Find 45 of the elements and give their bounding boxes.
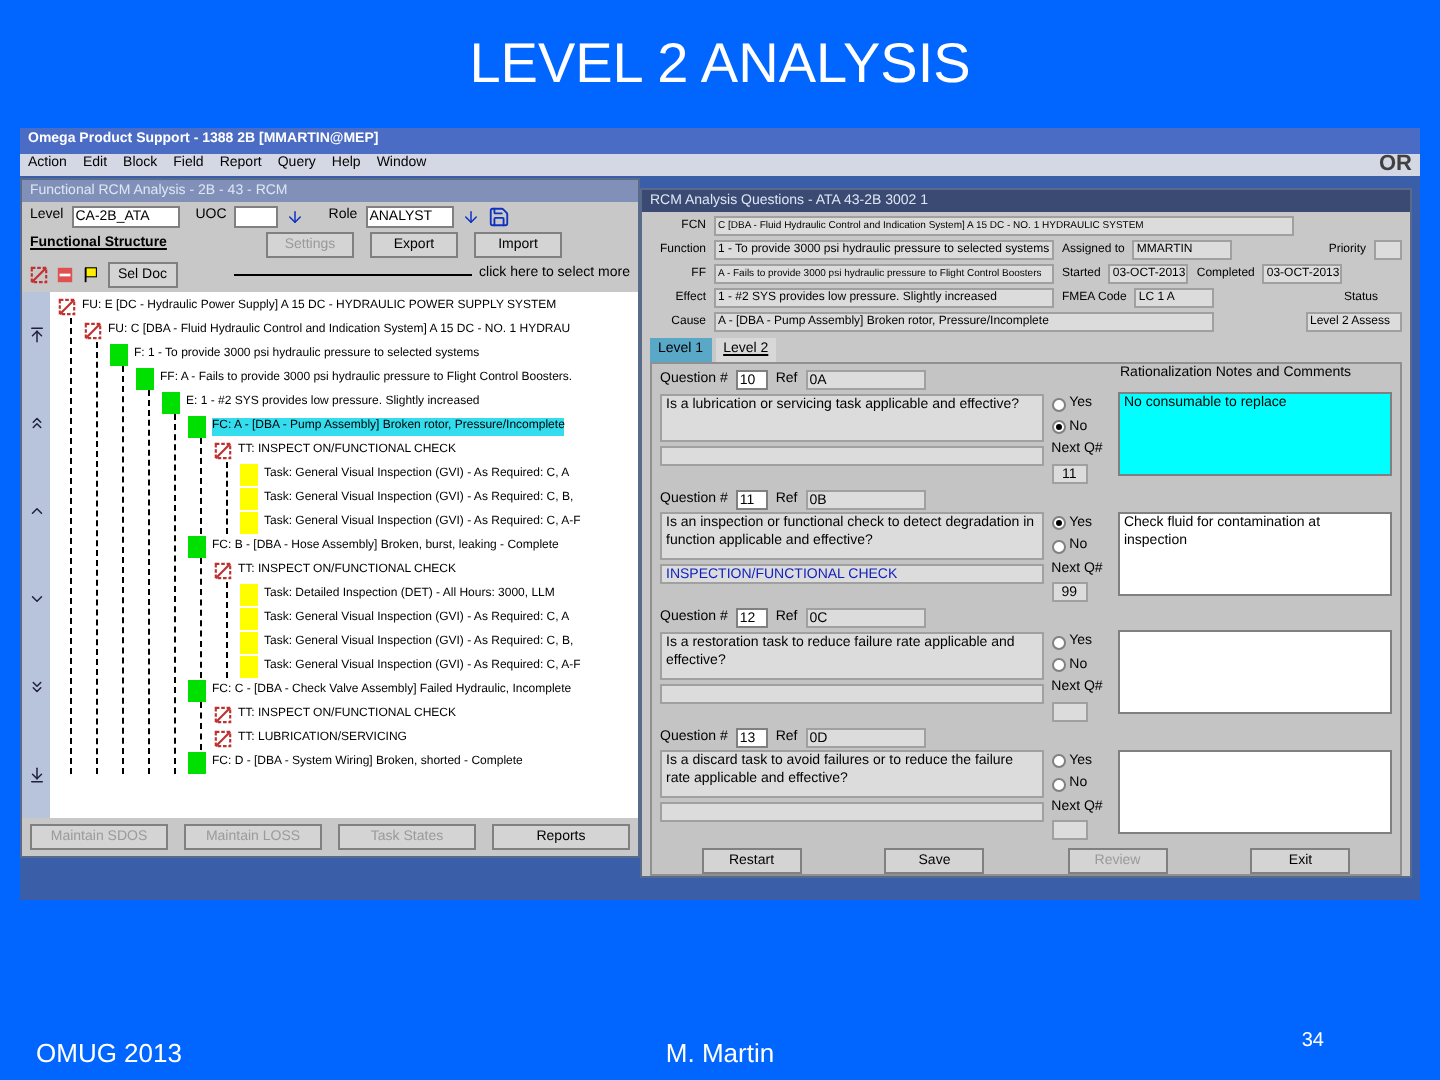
- status-bar: [240, 631, 258, 653]
- status-square: [188, 751, 206, 773]
- page-up-icon[interactable]: [27, 414, 45, 433]
- priority-field[interactable]: [1374, 240, 1402, 260]
- save-icon[interactable]: [487, 206, 510, 228]
- radio-button[interactable]: [1051, 397, 1066, 412]
- slide-title: LEVEL 2 ANALYSIS: [469, 30, 971, 98]
- status-square: [162, 391, 180, 413]
- remove-icon[interactable]: [56, 266, 74, 284]
- result-field[interactable]: [660, 802, 1044, 822]
- status-square: [188, 415, 206, 437]
- status-bar: [240, 487, 258, 509]
- status-bar: [240, 463, 258, 485]
- dropdown-icon[interactable]: [286, 208, 305, 226]
- notes-field[interactable]: [1117, 630, 1392, 714]
- flag-icon[interactable]: [82, 266, 100, 284]
- logo-text: OR: [1379, 150, 1412, 181]
- footer-event: OMUG 2013: [36, 1035, 184, 1071]
- radio-button[interactable]: [1051, 516, 1066, 531]
- next-question-field[interactable]: [1051, 820, 1088, 840]
- radio-button[interactable]: [1051, 539, 1066, 554]
- status-bar: [240, 607, 258, 629]
- scroll-bottom-icon[interactable]: [27, 765, 45, 784]
- notes-field[interactable]: [1117, 749, 1392, 833]
- footer-author: M. Martin: [665, 1035, 775, 1071]
- status-bar: [240, 511, 258, 533]
- result-field[interactable]: [660, 445, 1044, 465]
- scroll-top-icon[interactable]: [27, 326, 45, 345]
- radio-button[interactable]: [1051, 777, 1066, 792]
- page-down-icon[interactable]: [27, 677, 45, 696]
- page-number: 34: [1299, 1028, 1326, 1056]
- radio-button[interactable]: [1051, 635, 1066, 650]
- status-square: [188, 535, 206, 557]
- status-bar: [240, 655, 258, 677]
- status-square: [188, 679, 206, 701]
- status-bar: [240, 583, 258, 605]
- status-square: [136, 367, 154, 389]
- radio-button[interactable]: [1051, 658, 1066, 673]
- status-square: [110, 343, 128, 365]
- radio-button[interactable]: [1051, 420, 1066, 435]
- radio-button[interactable]: [1051, 754, 1066, 769]
- uoc-field[interactable]: [234, 206, 279, 228]
- next-question-field[interactable]: [1051, 701, 1088, 721]
- result-field[interactable]: [660, 683, 1044, 703]
- dropdown-icon[interactable]: [461, 208, 480, 226]
